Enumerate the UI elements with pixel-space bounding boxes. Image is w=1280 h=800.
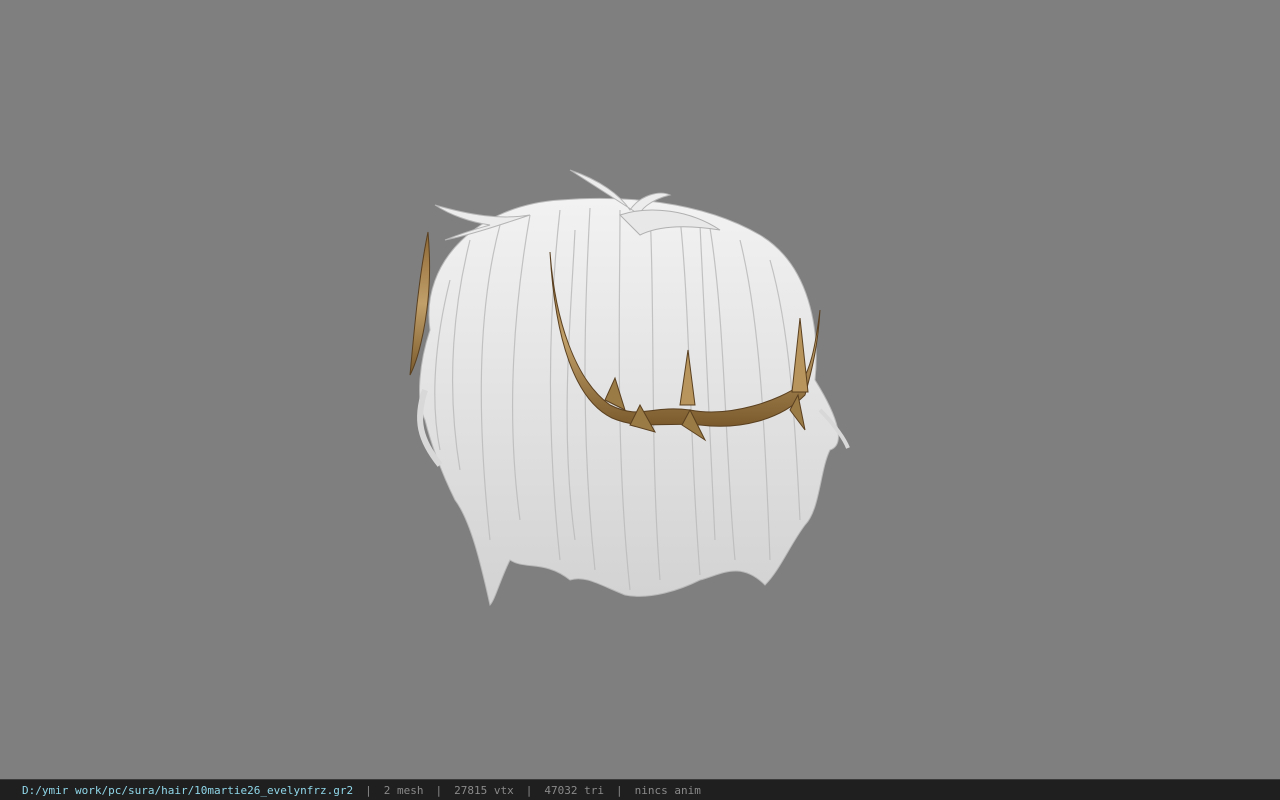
triangle-count-label: 47032 tri [544, 783, 604, 797]
status-separator: | [365, 783, 372, 797]
file-path-label: D:/ymir work/pc/sura/hair/10martie26_eve… [22, 783, 354, 797]
hair-model-render [409, 169, 850, 606]
hair-mesh [417, 169, 850, 606]
status-separator: | [615, 783, 623, 797]
mesh-count-label: 2 mesh [383, 783, 424, 797]
status-bar: D:/ymir work/pc/sura/hair/10martie26_eve… [0, 779, 1280, 800]
3d-viewport[interactable] [0, 0, 1280, 779]
animation-status-label: nincs anim [634, 783, 701, 797]
vertex-count-label: 27815 vtx [454, 783, 514, 797]
status-separator: | [525, 783, 533, 797]
status-separator: | [435, 783, 443, 797]
